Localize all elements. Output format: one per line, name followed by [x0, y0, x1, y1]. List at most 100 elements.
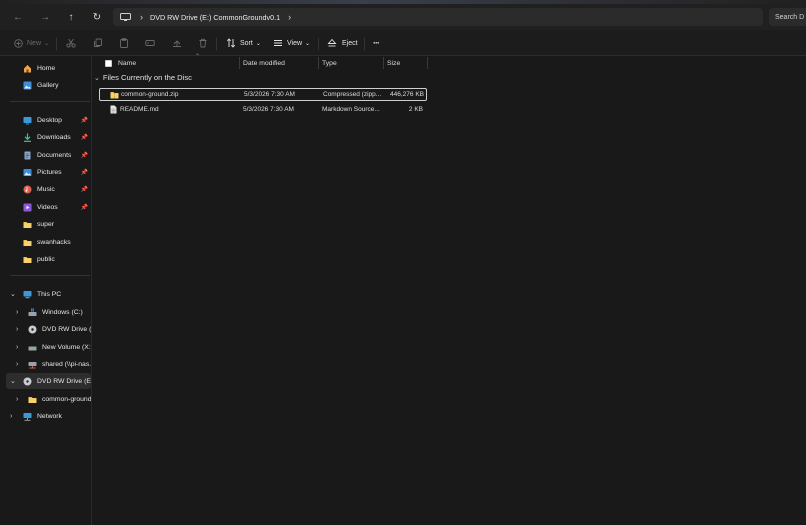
- view-button[interactable]: View ⌄: [273, 36, 310, 50]
- sidebar-item-new-volume[interactable]: › New Volume (X:): [6, 339, 91, 355]
- desktop-icon: [23, 116, 32, 124]
- sort-ascending-icon: ⌃: [195, 54, 201, 60]
- share-button[interactable]: [172, 36, 182, 50]
- folder-icon: [23, 239, 32, 246]
- pin-icon[interactable]: 📌: [81, 134, 88, 141]
- up-button[interactable]: ↑: [63, 9, 79, 25]
- sidebar-item-label: Videos: [37, 203, 58, 211]
- file-size: 2 KB: [408, 106, 423, 113]
- pin-icon[interactable]: 📌: [81, 204, 88, 211]
- new-button[interactable]: New ⌄: [14, 36, 49, 50]
- refresh-button[interactable]: ↻: [89, 9, 105, 25]
- column-header-name[interactable]: Name ⌃: [118, 54, 238, 70]
- disc-icon: [28, 325, 37, 333]
- sidebar-item-desktop[interactable]: Desktop 📌: [6, 112, 91, 128]
- column-header-type[interactable]: Type: [322, 56, 382, 70]
- sidebar-item-label: Downloads: [37, 133, 71, 141]
- download-icon: [24, 133, 31, 142]
- music-icon: [23, 185, 32, 193]
- sidebar-item-label: This PC: [37, 290, 62, 298]
- sidebar-item-documents[interactable]: Documents 📌: [6, 147, 91, 163]
- sidebar-item-swanhacks[interactable]: swanhacks: [6, 234, 91, 250]
- computer-icon: [120, 13, 131, 21]
- sort-button[interactable]: Sort ⌄: [226, 36, 261, 50]
- sidebar-item-home[interactable]: Home: [6, 60, 91, 76]
- divider: [318, 38, 319, 50]
- delete-button[interactable]: [198, 36, 208, 50]
- sidebar-item-music[interactable]: Music 📌: [6, 181, 91, 197]
- back-button[interactable]: ←: [10, 9, 26, 25]
- home-icon: [24, 64, 31, 72]
- cut-button[interactable]: [66, 36, 76, 50]
- sidebar-item-downloads[interactable]: Downloads 📌: [6, 129, 91, 145]
- chevron-right-icon[interactable]: ›: [10, 413, 12, 420]
- forward-button[interactable]: →: [37, 9, 53, 25]
- copy-button[interactable]: [93, 36, 103, 50]
- rename-button[interactable]: [145, 36, 155, 50]
- table-row[interactable]: common-ground.zip 5/3/2026 7:30 AM Compr…: [99, 88, 427, 101]
- sidebar-item-label: Desktop: [37, 116, 62, 124]
- column-divider[interactable]: [318, 57, 319, 69]
- share-icon: [173, 40, 181, 47]
- breadcrumb-dvd-drive[interactable]: DVD RW Drive (E:) CommonGroundv0.1: [150, 13, 280, 22]
- copy-icon: [94, 38, 102, 47]
- sidebar-item-common-ground[interactable]: › common-ground: [6, 391, 91, 407]
- sidebar-item-network[interactable]: › Network: [6, 408, 91, 424]
- network-drive-icon: [28, 361, 37, 368]
- sidebar-item-dvd-e-selected[interactable]: ⌄ DVD RW Drive (E:) C: [6, 373, 91, 389]
- sidebar-item-dvd-e[interactable]: › DVD RW Drive (E:): [6, 321, 91, 337]
- document-icon: [110, 105, 117, 114]
- column-divider[interactable]: [383, 57, 384, 69]
- pin-icon[interactable]: 📌: [81, 117, 88, 124]
- column-header-size[interactable]: Size: [387, 56, 427, 70]
- pin-icon[interactable]: 📌: [81, 169, 88, 176]
- chevron-right-icon[interactable]: ›: [16, 326, 18, 333]
- zip-folder-icon: [110, 92, 119, 99]
- sidebar-item-super[interactable]: super: [6, 216, 91, 232]
- column-divider[interactable]: [239, 57, 240, 69]
- sidebar-item-videos[interactable]: Videos 📌: [6, 199, 91, 215]
- network-icon: [23, 412, 32, 421]
- pin-icon[interactable]: 📌: [81, 186, 88, 193]
- table-row[interactable]: README.md 5/3/2026 7:30 AM Markdown Sour…: [99, 103, 427, 116]
- select-all-checkbox[interactable]: [105, 60, 112, 67]
- sidebar-item-public[interactable]: public: [6, 251, 91, 267]
- group-header[interactable]: ⌄ Files Currently on the Disc: [94, 73, 192, 82]
- sidebar-item-label: DVD RW Drive (E:) C: [37, 377, 91, 385]
- column-header-label: Name: [118, 59, 137, 67]
- chevron-right-icon[interactable]: ›: [288, 12, 291, 22]
- sidebar-item-gallery[interactable]: Gallery: [6, 77, 91, 93]
- search-input[interactable]: Search D: [769, 8, 806, 26]
- navigation-pane: Home Gallery Desktop 📌 Downloads 📌 Docum…: [6, 56, 91, 525]
- chevron-down-icon[interactable]: ⌄: [10, 290, 16, 298]
- more-options-button[interactable]: ···: [373, 36, 380, 50]
- sidebar-item-pictures[interactable]: Pictures 📌: [6, 164, 91, 180]
- sort-icon: [226, 38, 236, 48]
- file-name: README.md: [120, 106, 159, 113]
- chevron-down-icon[interactable]: ⌄: [10, 377, 16, 385]
- videos-icon: [23, 203, 32, 211]
- chevron-right-icon[interactable]: ›: [16, 361, 18, 368]
- pin-icon[interactable]: 📌: [81, 152, 88, 159]
- chevron-right-icon[interactable]: ›: [16, 309, 18, 316]
- divider: [216, 38, 217, 50]
- chevron-right-icon[interactable]: ›: [16, 396, 18, 403]
- sidebar-item-label: Music: [37, 185, 55, 193]
- sidebar-item-this-pc[interactable]: ⌄ This PC: [6, 286, 91, 302]
- sidebar-item-shared[interactable]: › shared (\\pi-nas.l: [6, 356, 91, 372]
- drive-windows-icon: [28, 308, 37, 316]
- column-header-label: Date modified: [243, 59, 285, 67]
- sidebar-item-windows-c[interactable]: › Windows (C:): [6, 304, 91, 320]
- eject-button[interactable]: Eject: [327, 36, 358, 50]
- column-divider[interactable]: [427, 57, 428, 69]
- clipboard-icon: [120, 38, 128, 48]
- address-bar[interactable]: › DVD RW Drive (E:) CommonGroundv0.1 ›: [113, 8, 763, 26]
- eject-icon: [327, 38, 337, 47]
- column-header-date-modified[interactable]: Date modified: [243, 56, 317, 70]
- chevron-down-icon[interactable]: ⌄: [94, 74, 100, 82]
- command-bar: New ⌄ Sort ⌄ View ⌄ Eject ···: [0, 30, 806, 56]
- column-header-label: Size: [387, 59, 401, 67]
- chevron-right-icon[interactable]: ›: [16, 344, 18, 351]
- computer-icon: [23, 290, 32, 298]
- paste-button[interactable]: [119, 36, 129, 50]
